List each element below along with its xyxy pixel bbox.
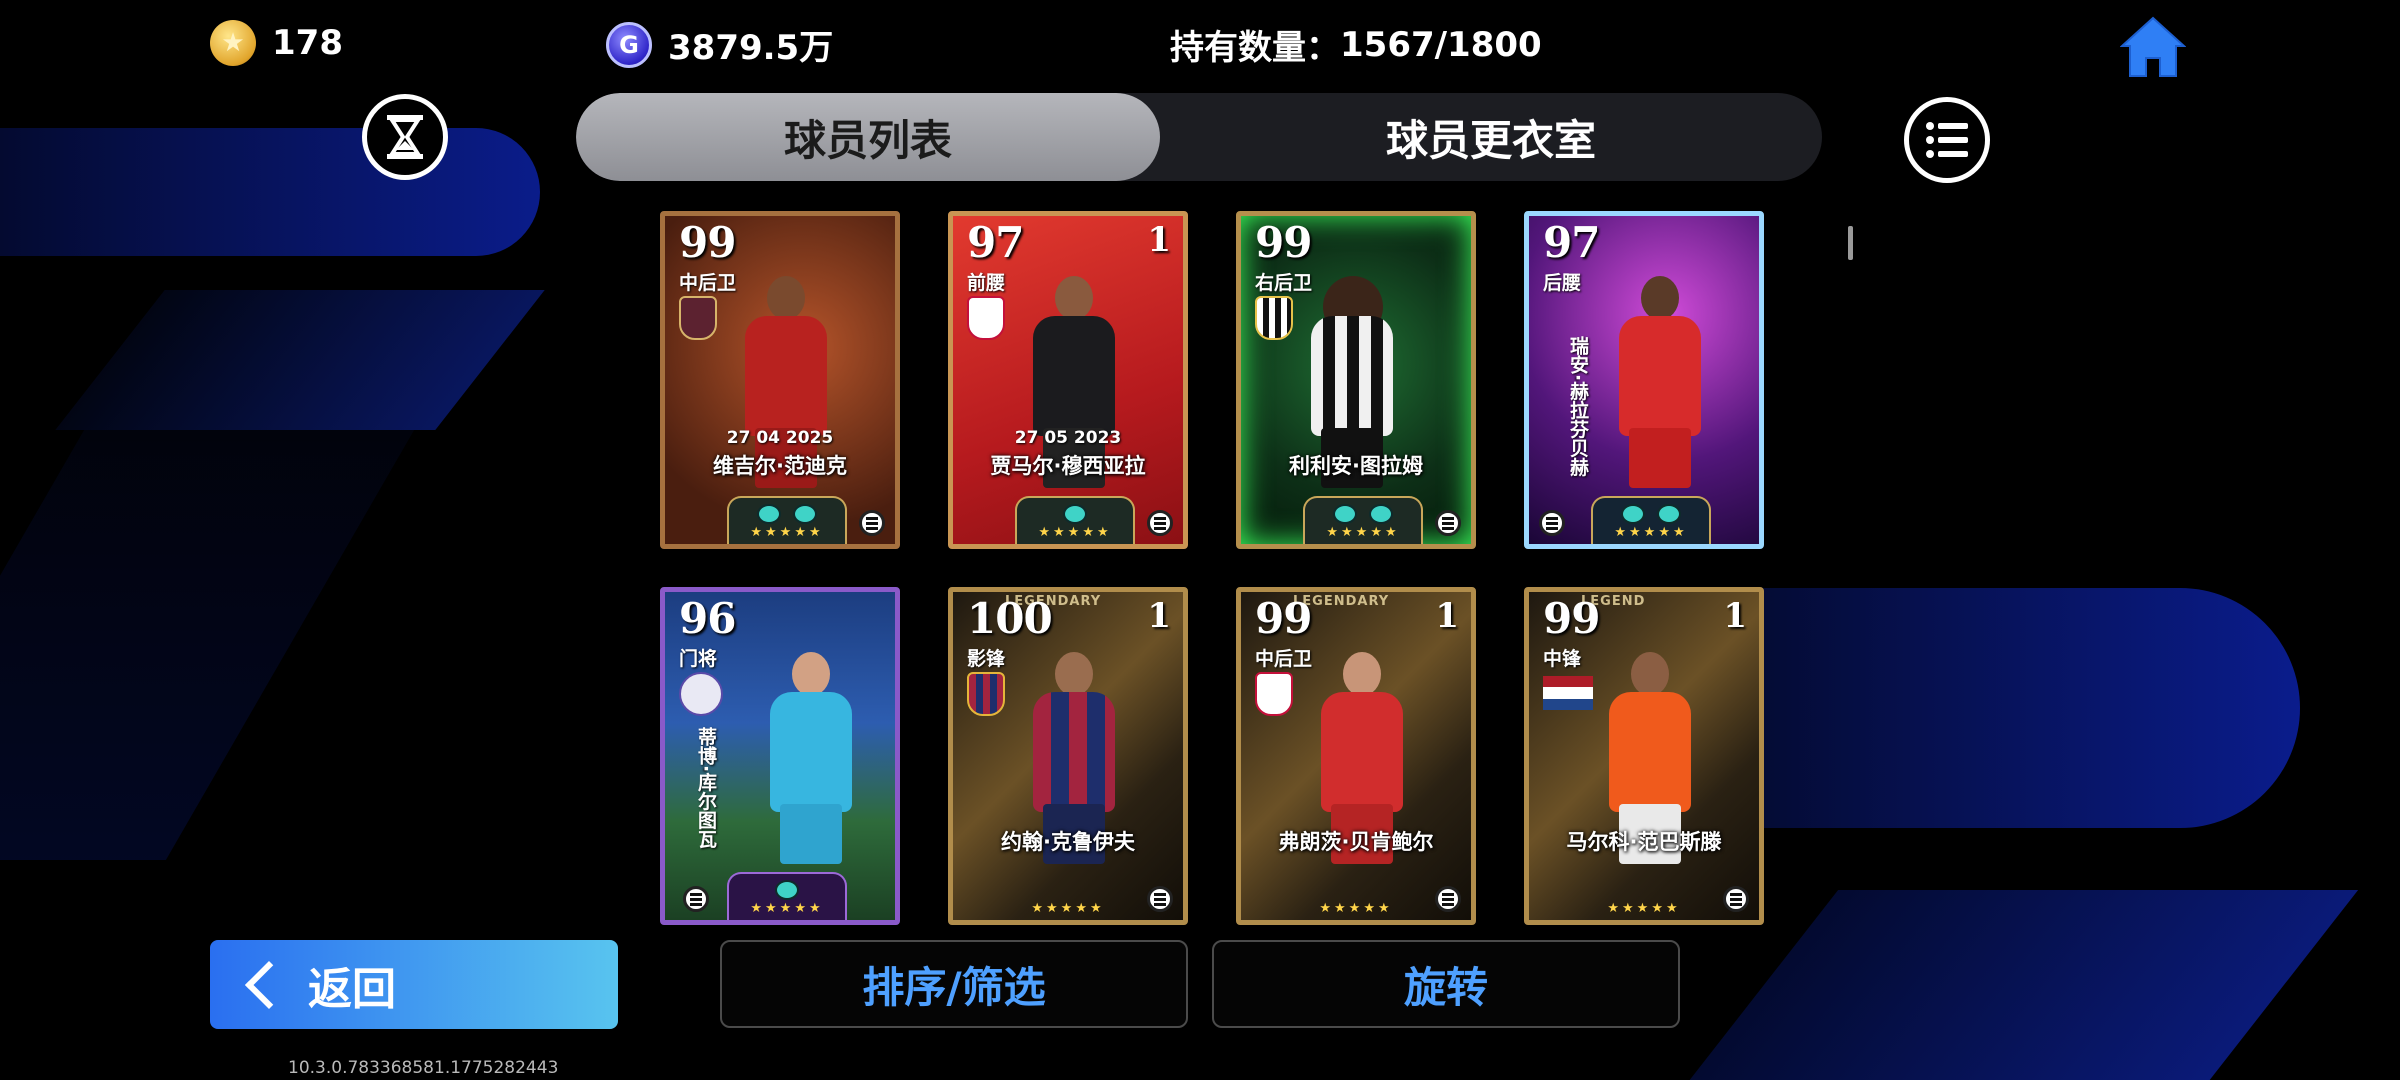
tab-player-list[interactable]: 球员列表 bbox=[576, 93, 1160, 181]
card-position: 影锋 bbox=[967, 648, 1006, 670]
club-badge-icon bbox=[967, 672, 1005, 716]
card-player-name-vertical: 瑞安·赫拉芬贝赫 bbox=[1567, 336, 1589, 477]
card-position: 后腰 bbox=[1543, 272, 1582, 294]
player-card[interactable]: 99 中后卫 27 04 2025 维吉尔·范迪克 ★★★★★ bbox=[660, 211, 900, 549]
holding-label: 持有数量： bbox=[1170, 28, 1340, 68]
hourglass-icon bbox=[387, 115, 423, 159]
card-player-name-vertical: 蒂博·库尔图瓦 bbox=[695, 727, 717, 849]
player-card[interactable]: LEGEND 99 中锋 1 马尔科·范巴斯滕 ★★★★★ bbox=[1524, 587, 1764, 925]
card-position: 中锋 bbox=[1543, 648, 1582, 670]
star-rating: ★★★★★ bbox=[1038, 525, 1112, 540]
skill-tray: ★★★★★ bbox=[1591, 496, 1711, 544]
back-button[interactable]: 返回 bbox=[210, 940, 618, 1029]
card-level: 1 bbox=[1147, 596, 1171, 636]
club-badge-icon bbox=[1255, 296, 1293, 340]
skill-tray: ★★★★★ bbox=[727, 872, 847, 920]
gp-value: 3879.5万 bbox=[668, 28, 834, 68]
card-rating: 100 bbox=[967, 594, 1053, 643]
rotate-button[interactable]: 旋转 bbox=[1212, 940, 1680, 1028]
card-position: 前腰 bbox=[967, 272, 1006, 294]
efootball-logo-icon bbox=[683, 886, 709, 912]
card-rating: 99 bbox=[679, 218, 736, 267]
back-button-label: 返回 bbox=[308, 963, 396, 1015]
club-badge-icon bbox=[967, 296, 1005, 340]
player-card[interactable]: LEGENDARY 99 中后卫 1 弗朗茨·贝肯鲍尔 ★★★★★ bbox=[1236, 587, 1476, 925]
card-player-name: 维吉尔·范迪克 bbox=[713, 454, 847, 478]
card-position: 右后卫 bbox=[1255, 272, 1313, 294]
tab-bar: 球员列表 球员更衣室 bbox=[576, 93, 1822, 181]
gp-counter: G 3879.5万 bbox=[606, 20, 833, 69]
efootball-logo-icon bbox=[1147, 886, 1173, 912]
card-position: 中后卫 bbox=[1255, 648, 1313, 670]
efootball-logo-icon bbox=[1723, 886, 1749, 912]
card-date: 27 05 2023 bbox=[1014, 428, 1122, 448]
card-rating: 96 bbox=[679, 594, 736, 643]
star-rating: ★★★★★ bbox=[750, 525, 824, 540]
card-rating: 99 bbox=[1255, 594, 1312, 643]
skill-tray: ★★★★★ bbox=[1015, 496, 1135, 544]
league-badge-icon bbox=[679, 296, 717, 340]
card-rating: 97 bbox=[1543, 218, 1600, 267]
card-rating: 99 bbox=[1543, 594, 1600, 643]
card-level: 1 bbox=[1147, 220, 1171, 260]
version-label: 10.3.0.783368581.1775282443 bbox=[288, 1058, 559, 1078]
player-card[interactable]: 97 前腰 1 27 05 2023 贾马尔·穆西亚拉 ★★★★★ bbox=[948, 211, 1188, 549]
card-player-name: 弗朗茨·贝肯鲍尔 bbox=[1278, 830, 1434, 854]
tab-player-locker-room[interactable]: 球员更衣室 bbox=[1160, 93, 1822, 181]
efootball-logo-icon bbox=[859, 510, 885, 536]
card-rating: 97 bbox=[967, 218, 1024, 267]
card-player-name: 贾马尔·穆西亚拉 bbox=[990, 454, 1146, 478]
holding-count: 持有数量： 1567/1800 bbox=[1170, 20, 1542, 69]
netherlands-flag-icon bbox=[1543, 676, 1593, 710]
coin-counter: ★ 178 bbox=[210, 20, 343, 66]
skill-tray: ★★★★★ bbox=[1303, 496, 1423, 544]
sort-filter-button[interactable]: 排序/筛选 bbox=[720, 940, 1188, 1028]
scrollbar[interactable] bbox=[1848, 226, 1853, 260]
card-rating: 99 bbox=[1255, 218, 1312, 267]
efootball-logo-icon bbox=[1435, 886, 1461, 912]
gp-coin-icon: G bbox=[606, 21, 652, 68]
skill-tray: ★★★★★ bbox=[727, 496, 847, 544]
menu-button[interactable] bbox=[1904, 97, 1990, 183]
card-level: 1 bbox=[1723, 596, 1747, 636]
player-card[interactable]: LEGENDARY 100 影锋 1 约翰·克鲁伊夫 ★★★★★ bbox=[948, 587, 1188, 925]
card-date: 27 04 2025 bbox=[726, 428, 834, 448]
coin-value: 178 bbox=[272, 23, 343, 63]
player-card[interactable]: 97 后腰 瑞安·赫拉芬贝赫 ★★★★★ bbox=[1524, 211, 1764, 549]
list-menu-icon bbox=[1926, 122, 1968, 158]
card-player-name: 约翰·克鲁伊夫 bbox=[1001, 830, 1135, 854]
card-position: 中后卫 bbox=[679, 272, 737, 294]
club-badge-icon bbox=[679, 672, 723, 716]
player-card[interactable]: 99 右后卫 利利安·图拉姆 ★★★★★ bbox=[1236, 211, 1476, 549]
hourglass-button[interactable] bbox=[362, 94, 448, 180]
card-player-name: 利利安·图拉姆 bbox=[1289, 454, 1423, 478]
card-position: 门将 bbox=[679, 648, 718, 670]
card-player-name: 马尔科·范巴斯滕 bbox=[1566, 830, 1722, 854]
star-rating: ★★★★★ bbox=[1326, 525, 1400, 540]
holding-value: 1567/1800 bbox=[1340, 24, 1542, 65]
card-level: 1 bbox=[1435, 596, 1459, 636]
efootball-logo-icon bbox=[1435, 510, 1461, 536]
efootball-logo-icon bbox=[1539, 510, 1565, 536]
club-badge-icon bbox=[1255, 672, 1293, 716]
star-rating: ★★★★★ bbox=[750, 901, 824, 916]
coin-icon: ★ bbox=[210, 20, 256, 66]
efootball-logo-icon bbox=[1147, 510, 1173, 536]
star-rating: ★★★★★ bbox=[1614, 525, 1688, 540]
player-card[interactable]: 96 门将 蒂博·库尔图瓦 ★★★★★ bbox=[660, 587, 900, 925]
home-icon[interactable] bbox=[2120, 16, 2186, 78]
chevron-left-icon bbox=[244, 960, 294, 1009]
